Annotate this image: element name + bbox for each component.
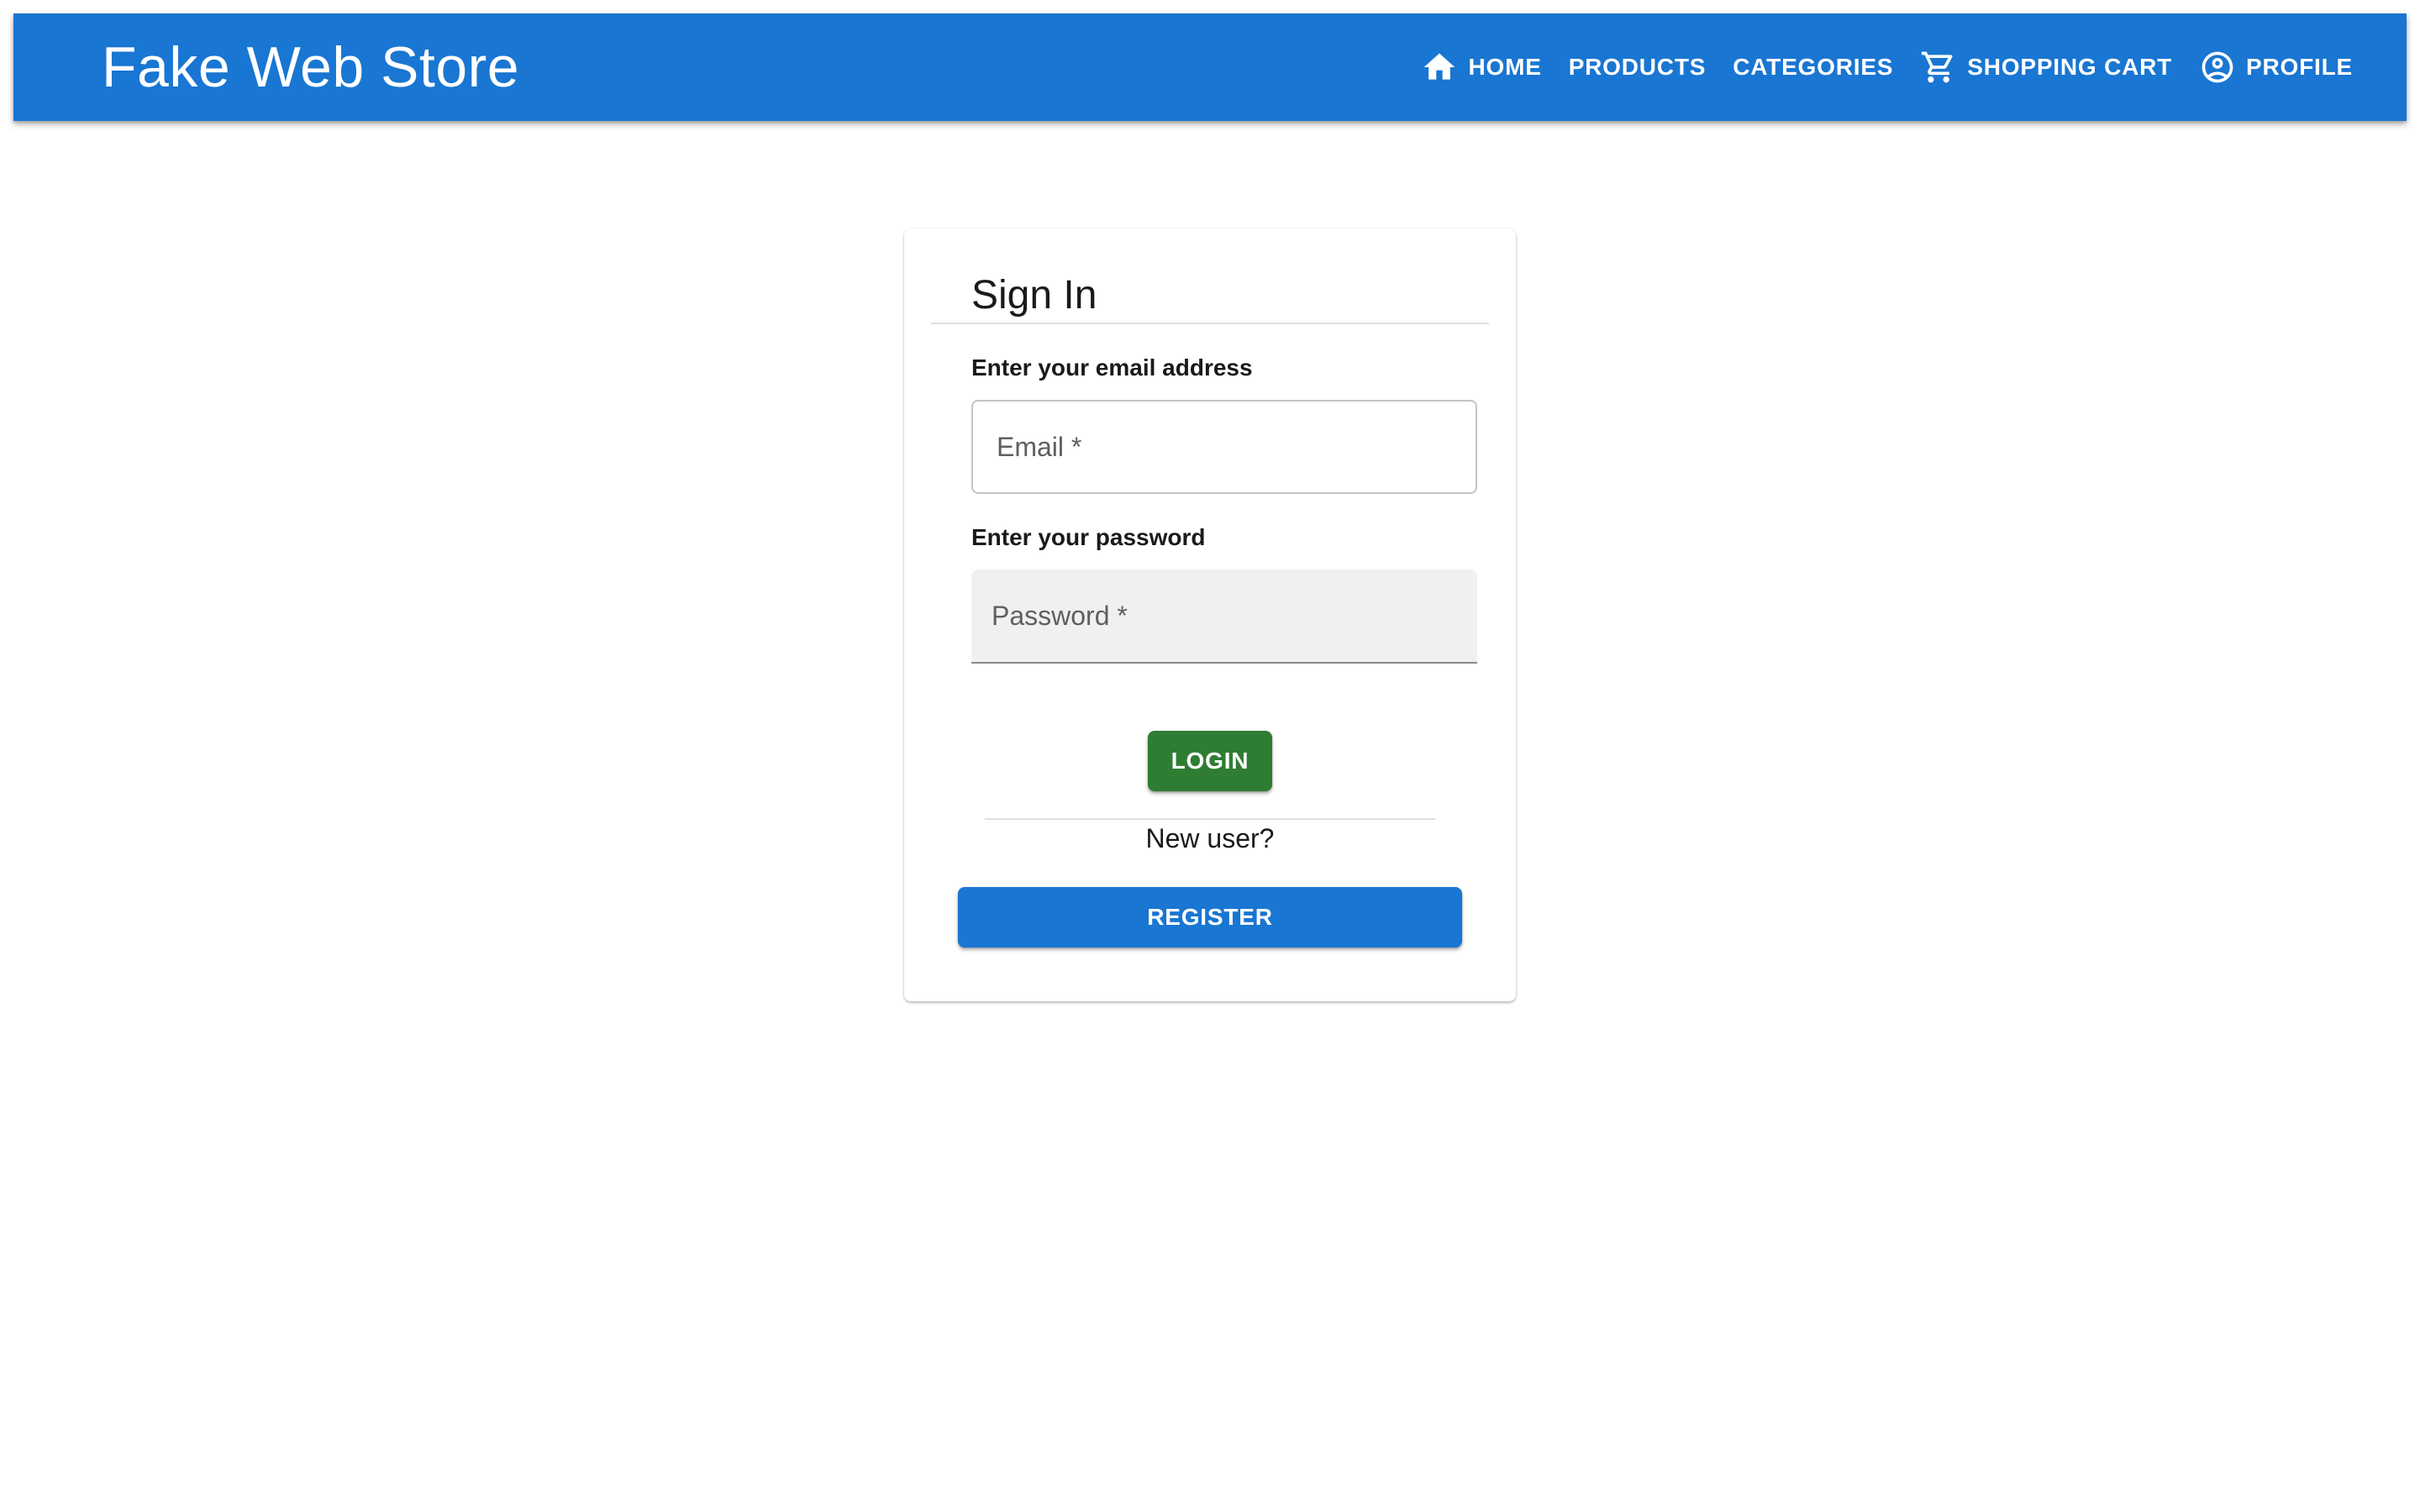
app-bar: Fake Web Store HOME PRODUCTS CATEGORIES …	[13, 13, 2407, 121]
nav-shopping-cart-label: SHOPPING CART	[1967, 54, 2173, 80]
nav-profile-label: PROFILE	[2246, 54, 2353, 80]
nav-shopping-cart[interactable]: SHOPPING CART	[1920, 42, 2172, 92]
signin-title: Sign In	[971, 273, 1097, 318]
nav-categories-label: CATEGORIES	[1733, 54, 1894, 80]
main-nav: HOME PRODUCTS CATEGORIES SHOPPING CART P…	[1421, 42, 2353, 92]
login-divider	[985, 818, 1435, 820]
password-label: Enter your password	[971, 524, 1206, 550]
signin-card: Sign In Enter your email address Enter y…	[904, 228, 1516, 1001]
email-field[interactable]	[971, 400, 1477, 494]
new-user-text: New user?	[1145, 823, 1275, 853]
email-label: Enter your email address	[971, 354, 1253, 381]
title-divider	[931, 323, 1489, 324]
home-icon	[1421, 49, 1458, 86]
nav-home-label: HOME	[1468, 54, 1542, 80]
nav-categories[interactable]: CATEGORIES	[1733, 47, 1893, 87]
password-input[interactable]	[971, 570, 1477, 662]
password-field[interactable]	[971, 570, 1477, 664]
login-button[interactable]: LOGIN	[1148, 731, 1272, 791]
email-input[interactable]	[973, 402, 1476, 492]
shopping-cart-icon	[1920, 49, 1957, 86]
account-circle-icon	[2199, 49, 2236, 86]
nav-home[interactable]: HOME	[1421, 42, 1541, 92]
nav-products-label: PRODUCTS	[1568, 54, 1707, 80]
nav-profile[interactable]: PROFILE	[2199, 42, 2353, 92]
brand-title[interactable]: Fake Web Store	[102, 34, 519, 100]
register-button[interactable]: REGISTER	[958, 887, 1462, 948]
nav-products[interactable]: PRODUCTS	[1569, 47, 1707, 87]
